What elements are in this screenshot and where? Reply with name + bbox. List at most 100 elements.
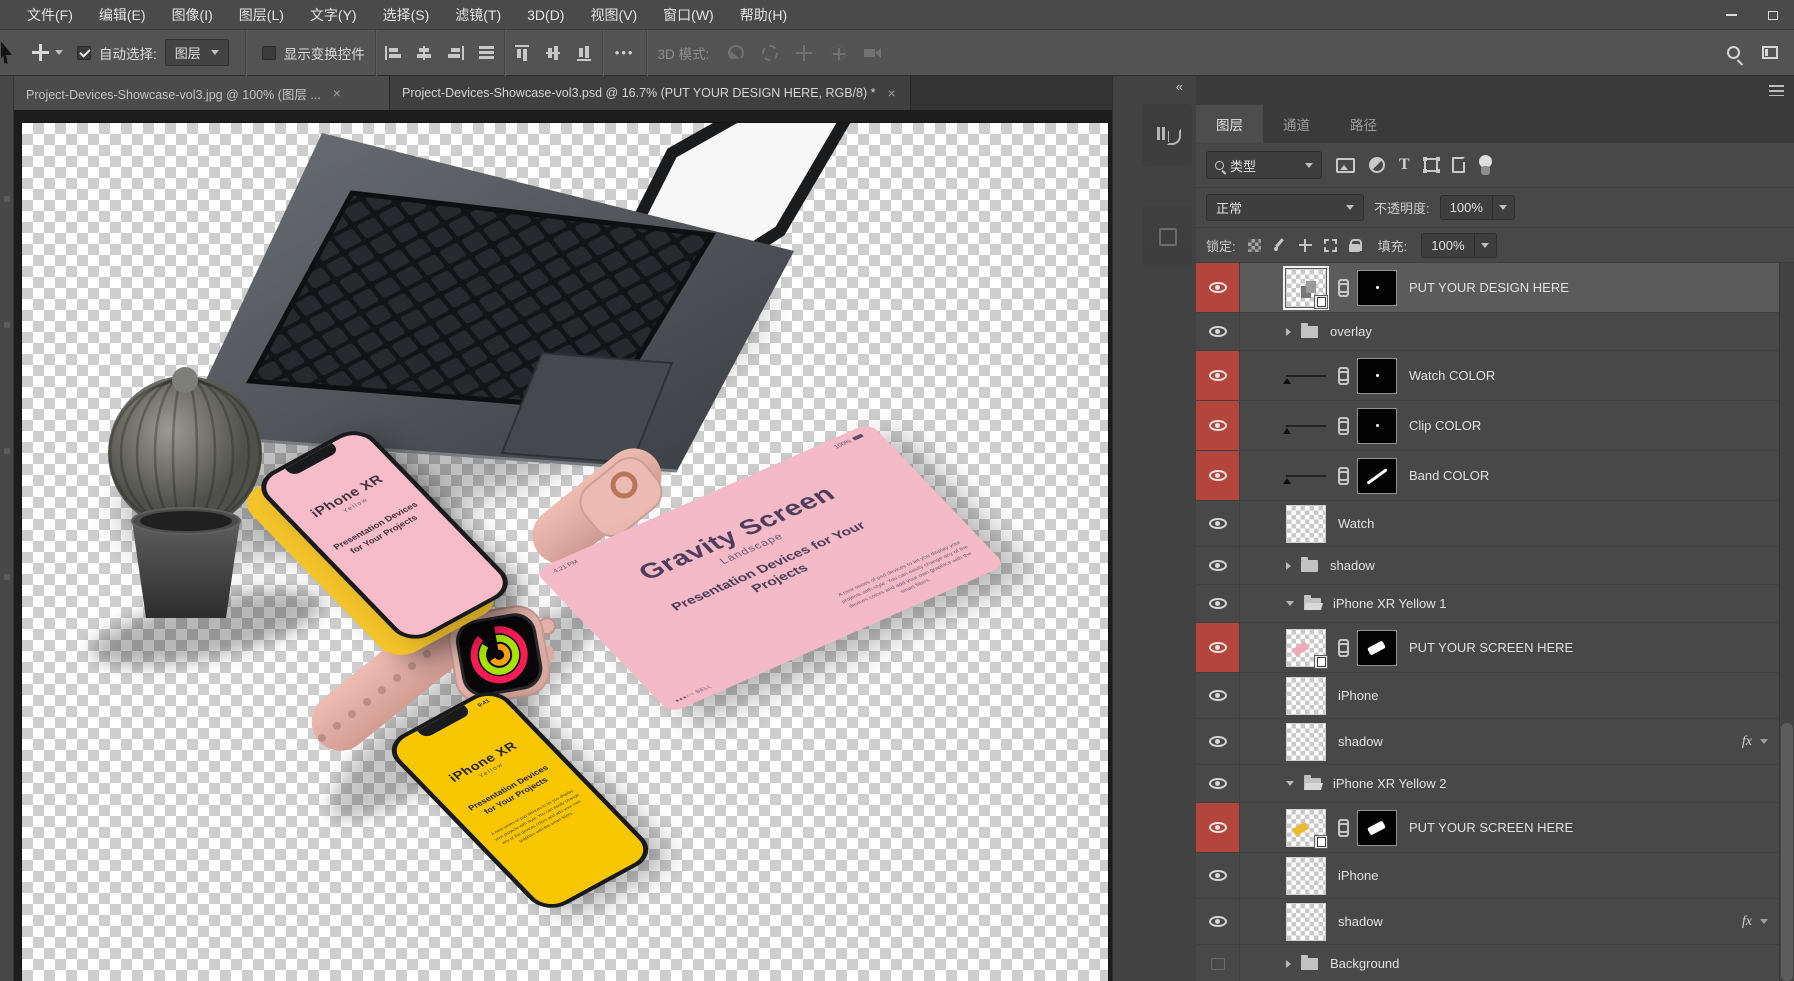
visibility-cell[interactable] bbox=[1196, 899, 1240, 944]
document-tab-psd[interactable]: Project-Devices-Showcase-vol3.psd @ 16.7… bbox=[390, 76, 911, 110]
visibility-cell[interactable] bbox=[1196, 853, 1240, 898]
layer-mask-thumbnail[interactable] bbox=[1357, 269, 1397, 306]
lock-image-pixels-icon[interactable] bbox=[1273, 238, 1287, 252]
layer-thumbnail[interactable] bbox=[1286, 504, 1326, 543]
layer-mask-thumbnail[interactable] bbox=[1357, 809, 1397, 846]
menu-type[interactable]: 文字(Y) bbox=[297, 0, 370, 30]
layer-thumbnail[interactable] bbox=[1286, 722, 1326, 761]
layer-mask-thumbnail[interactable] bbox=[1357, 357, 1397, 394]
layer-thumbnail[interactable] bbox=[1286, 856, 1326, 895]
layer-row-background[interactable]: Background bbox=[1196, 945, 1794, 981]
filter-type-dropdown[interactable]: 类型 bbox=[1206, 151, 1322, 179]
filter-type-layers-icon[interactable]: T bbox=[1399, 157, 1410, 173]
visibility-cell[interactable] bbox=[1196, 313, 1240, 350]
hidden-eye-checkbox[interactable] bbox=[1210, 957, 1225, 970]
3d-pan-icon[interactable] bbox=[796, 44, 813, 61]
menu-help[interactable]: 帮助(H) bbox=[727, 0, 800, 30]
layer-mask-thumbnail[interactable] bbox=[1357, 457, 1397, 494]
layer-row-shadow-fx-1[interactable]: shadow fx bbox=[1196, 719, 1794, 765]
fill-dropdown[interactable]: 100% bbox=[1421, 232, 1497, 258]
opacity-dropdown[interactable]: 100% bbox=[1439, 195, 1515, 220]
fill-layer-thumbnail[interactable] bbox=[1286, 474, 1326, 477]
layers-scrollbar[interactable] bbox=[1779, 263, 1794, 981]
3d-orbit-icon[interactable] bbox=[728, 44, 745, 61]
visibility-cell[interactable] bbox=[1196, 673, 1240, 718]
visibility-cell[interactable] bbox=[1196, 547, 1240, 584]
visibility-cell[interactable] bbox=[1196, 263, 1240, 312]
menu-3d[interactable]: 3D(D) bbox=[514, 0, 577, 30]
layer-row-band-color[interactable]: Band COLOR bbox=[1196, 451, 1794, 501]
visibility-cell[interactable] bbox=[1196, 351, 1240, 400]
menu-select[interactable]: 选择(S) bbox=[370, 0, 443, 30]
menu-view[interactable]: 视图(V) bbox=[577, 0, 650, 30]
blend-mode-dropdown[interactable]: 正常 bbox=[1206, 194, 1364, 221]
tools-panel-sliver[interactable] bbox=[0, 76, 14, 981]
layer-row-iphone-2[interactable]: iPhone bbox=[1196, 853, 1794, 899]
layer-row-iphone-xr-yellow-1[interactable]: iPhone XR Yellow 1 bbox=[1196, 585, 1794, 623]
layer-row-shadow-group[interactable]: shadow bbox=[1196, 547, 1794, 585]
collapse-panels-button[interactable]: « bbox=[1176, 79, 1183, 94]
visibility-cell[interactable] bbox=[1196, 623, 1240, 672]
align-middle-icon[interactable] bbox=[544, 44, 562, 61]
scrollbar-thumb[interactable] bbox=[1781, 722, 1793, 981]
layer-thumbnail[interactable] bbox=[1286, 902, 1326, 941]
move-tool-icon[interactable] bbox=[32, 44, 49, 61]
visibility-cell[interactable] bbox=[1196, 401, 1240, 450]
smart-object-thumbnail[interactable] bbox=[1283, 265, 1329, 310]
layer-mask-thumbnail[interactable] bbox=[1357, 407, 1397, 444]
layer-row-clip-color[interactable]: Clip COLOR bbox=[1196, 401, 1794, 451]
tool-preset-chevron-icon[interactable] bbox=[55, 50, 63, 55]
collapsed-panel-button-2[interactable] bbox=[1143, 206, 1192, 268]
menu-image[interactable]: 图像(I) bbox=[159, 0, 226, 30]
align-center-horizontal-icon[interactable] bbox=[415, 44, 433, 61]
visibility-cell[interactable] bbox=[1196, 451, 1240, 500]
layer-row-put-your-screen-here-1[interactable]: PUT YOUR SCREEN HERE bbox=[1196, 623, 1794, 673]
layer-row-put-your-design-here[interactable]: PUT YOUR DESIGN HERE bbox=[1196, 263, 1794, 313]
align-bottom-icon[interactable] bbox=[575, 44, 593, 61]
visibility-cell[interactable] bbox=[1196, 765, 1240, 802]
lock-all-icon[interactable] bbox=[1348, 238, 1363, 252]
lock-position-icon[interactable] bbox=[1298, 238, 1312, 252]
3d-camera-icon[interactable] bbox=[864, 45, 882, 61]
minimize-button[interactable] bbox=[1710, 0, 1752, 30]
visibility-cell[interactable] bbox=[1196, 719, 1240, 764]
menu-layer[interactable]: 图层(L) bbox=[226, 0, 297, 30]
auto-select-checkbox[interactable] bbox=[77, 45, 91, 60]
show-transform-checkbox[interactable] bbox=[261, 45, 276, 60]
menu-file[interactable]: 文件(F) bbox=[14, 0, 86, 30]
close-icon[interactable]: × bbox=[331, 85, 343, 101]
visibility-cell[interactable] bbox=[1196, 501, 1240, 546]
close-icon[interactable]: × bbox=[886, 85, 898, 101]
filter-toggle-icon[interactable] bbox=[1478, 155, 1492, 175]
canvas[interactable]: iPhone XR Yellow Presentation Devices fo… bbox=[22, 123, 1108, 981]
layer-row-watch[interactable]: Watch bbox=[1196, 501, 1794, 547]
document-tab-jpg[interactable]: Project-Devices-Showcase-vol3.jpg @ 100%… bbox=[14, 76, 390, 110]
layer-mask-thumbnail[interactable] bbox=[1357, 629, 1397, 666]
layer-row-put-your-screen-here-2[interactable]: PUT YOUR SCREEN HERE bbox=[1196, 803, 1794, 853]
chevron-down-icon[interactable] bbox=[1286, 601, 1294, 606]
tab-paths[interactable]: 路径 bbox=[1330, 105, 1397, 143]
lock-transparent-pixels-icon[interactable] bbox=[1247, 238, 1261, 252]
align-right-icon[interactable] bbox=[446, 44, 464, 61]
layer-row-iphone-1[interactable]: iPhone bbox=[1196, 673, 1794, 719]
chevron-right-icon[interactable] bbox=[1286, 561, 1291, 570]
align-left-icon[interactable] bbox=[384, 44, 402, 61]
menu-edit[interactable]: 编辑(E) bbox=[86, 0, 159, 30]
search-icon[interactable] bbox=[1727, 46, 1740, 59]
smart-object-thumbnail[interactable] bbox=[1286, 628, 1328, 669]
visibility-cell[interactable] bbox=[1196, 585, 1240, 622]
visibility-cell[interactable] bbox=[1196, 803, 1240, 852]
3d-slide-icon[interactable] bbox=[830, 44, 847, 61]
smart-object-thumbnail[interactable] bbox=[1286, 808, 1328, 849]
chevron-down-icon[interactable] bbox=[1760, 739, 1768, 744]
filter-adjustment-layers-icon[interactable] bbox=[1369, 157, 1385, 173]
panel-menu-icon[interactable] bbox=[1769, 85, 1784, 96]
layer-row-iphone-xr-yellow-2[interactable]: iPhone XR Yellow 2 bbox=[1196, 765, 1794, 803]
menu-filter[interactable]: 滤镜(T) bbox=[442, 0, 514, 30]
chevron-down-icon[interactable] bbox=[1760, 919, 1768, 924]
tab-channels[interactable]: 通道 bbox=[1263, 105, 1330, 143]
maximize-button[interactable] bbox=[1752, 0, 1794, 30]
layer-effects-badge[interactable]: fx bbox=[1742, 734, 1752, 750]
fill-layer-thumbnail[interactable] bbox=[1286, 374, 1326, 377]
chevron-down-icon[interactable] bbox=[1286, 781, 1294, 786]
